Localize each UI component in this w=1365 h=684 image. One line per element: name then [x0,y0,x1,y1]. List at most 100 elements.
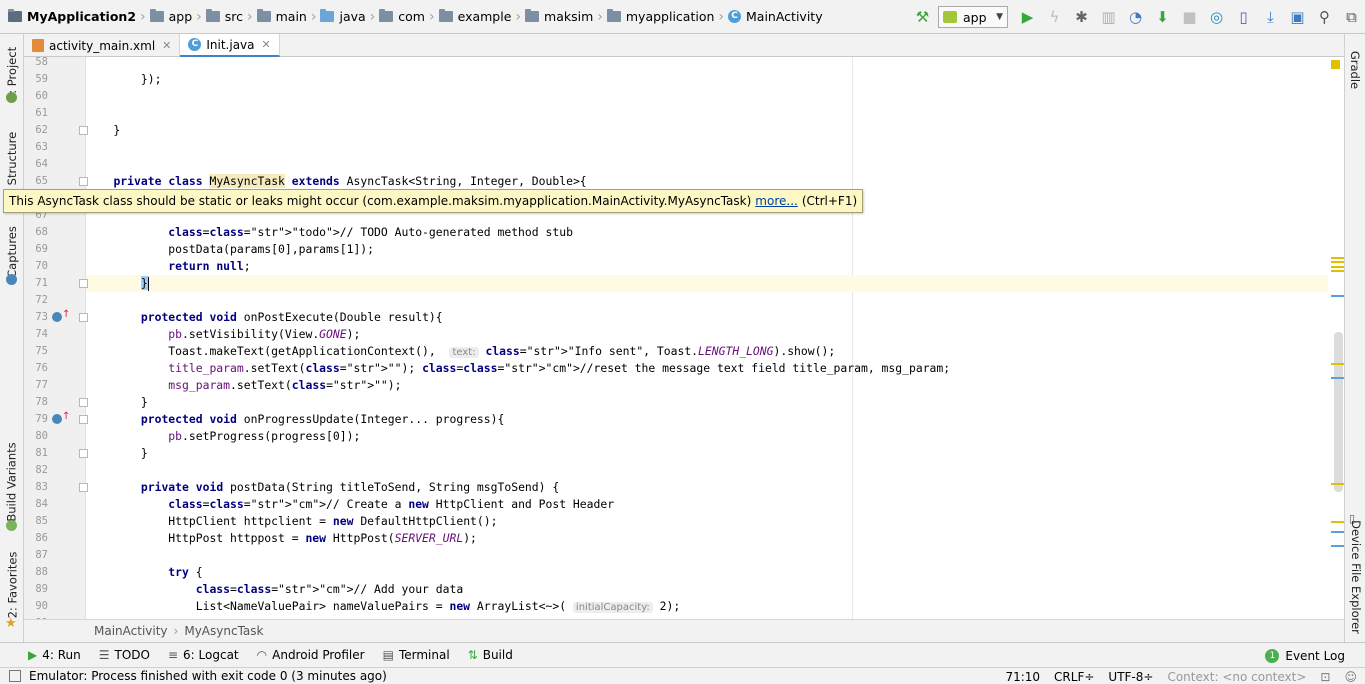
warning-marker[interactable] [1331,270,1344,272]
crumb-main[interactable]: main › [256,0,321,34]
code-line[interactable]: 75 Toast.makeText(getApplicationContext(… [35,343,1328,360]
warning-marker[interactable] [1331,266,1344,268]
code-line[interactable]: 62 } [35,122,1328,139]
code-line[interactable]: 89 class=class="str">"cm">// Add your da… [35,581,1328,598]
tool-tab-favorites[interactable]: 2: Favorites [0,552,24,619]
tool-terminal[interactable]: ▤ Terminal [383,648,450,662]
close-icon[interactable]: ✕ [262,38,271,51]
file-encoding[interactable]: UTF-8÷ [1108,670,1153,684]
code-line[interactable]: 82 [35,462,1328,479]
tab-init-java[interactable]: C Init.java ✕ [180,34,280,57]
tool-android-profiler[interactable]: ◠ Android Profiler [257,648,365,662]
crumb-mainactivity[interactable]: C MainActivity [728,0,827,34]
code-line[interactable]: 60 [35,88,1328,105]
debug-button[interactable]: ✱ [1068,3,1095,31]
code-line[interactable]: 85 HttpClient httpclient = new DefaultHt… [35,513,1328,530]
override-method-icon[interactable] [52,312,62,322]
sync-gradle-button[interactable]: ◎ [1203,3,1230,31]
code-line[interactable]: 90 List<NameValuePair> nameValuePairs = … [35,598,1328,615]
code-line[interactable]: 70 return null; [35,258,1328,275]
code-line[interactable]: 71 } [35,275,1328,292]
tool-build[interactable]: ⇅ Build [468,648,513,662]
usage-marker[interactable] [1331,295,1344,297]
project-structure-button[interactable]: ▣ [1284,3,1311,31]
warning-marker[interactable] [1331,261,1344,263]
code-editor[interactable]: 58 59 }); 60 61 62 } 63 64 65 private class My… [24,57,1344,619]
code-line[interactable]: 58 [35,57,1328,71]
status-message[interactable]: Emulator: Process finished with exit cod… [29,669,387,683]
tool-tab-gradle[interactable]: Gradle [1345,40,1365,100]
warning-marker[interactable] [1331,363,1344,365]
code-line[interactable]: 84 class=class="str">"cm">// Create a ne… [35,496,1328,513]
code-line[interactable]: 63 [35,139,1328,156]
breadcrumb-inner-class[interactable]: MyAsyncTask [184,624,263,638]
code-line[interactable]: 72 [35,292,1328,309]
error-stripe[interactable] [1328,57,1344,619]
line-separator[interactable]: CRLF÷ [1054,670,1094,684]
code-line[interactable]: 88 try { [35,564,1328,581]
usage-marker[interactable] [1331,377,1344,379]
usage-marker[interactable] [1331,545,1344,547]
close-icon[interactable]: ✕ [162,39,171,52]
profile-button[interactable]: ◔ [1122,3,1149,31]
crumb-myapplication[interactable]: myapplication › [606,0,728,34]
tab-activity-main-xml[interactable]: activity_main.xml ✕ [24,34,181,57]
coverage-button[interactable]: ▥ [1095,3,1122,31]
code-line[interactable]: 80 pb.setProgress(progress[0]); [35,428,1328,445]
crumb-app[interactable]: app › [149,0,206,34]
code-line[interactable]: 74 pb.setVisibility(View.GONE); [35,326,1328,343]
tool-tab-captures[interactable]: Captures [0,222,24,282]
code-line[interactable]: 64 [35,156,1328,173]
code-line[interactable]: 69 postData(params[0],params[1]); [35,241,1328,258]
apply-changes-button[interactable]: ϟ [1041,3,1068,31]
code-line[interactable]: 83 private void postData(String titleToS… [35,479,1328,496]
make-project-button[interactable]: ⚒ [909,3,936,31]
context-indicator[interactable]: Context: <no context> [1167,670,1306,684]
tool-tab-build-variants[interactable]: Build Variants [0,442,24,521]
code-line[interactable]: 81 } [35,445,1328,462]
code-line[interactable]: 78 } [35,394,1328,411]
code-line[interactable]: 68 class=class="str">"todo">// TODO Auto… [35,224,1328,241]
code-line[interactable]: 61 [35,105,1328,122]
usage-marker[interactable] [1331,531,1344,533]
tool-tab-device-file-explorer[interactable]: Device File Explorer [1345,520,1365,634]
run-config-select[interactable]: app ▼ [938,6,1008,28]
code-line[interactable]: 77 msg_param.setText(class="str">""); [35,377,1328,394]
event-log-button[interactable]: 1 Event Log [1265,643,1345,668]
tool-run[interactable]: ▶ 4: Run [28,648,81,662]
code-line[interactable]: 65 private class MyAsyncTask extends Asy… [35,173,1328,190]
code-line[interactable]: 79 ↑ protected void onProgressUpdate(Inte… [35,411,1328,428]
avd-manager-button[interactable]: ▯ [1230,3,1257,31]
lock-icon[interactable]: ⊡ [1320,670,1330,684]
warning-marker[interactable] [1331,483,1344,485]
tool-windows-toggle-icon[interactable] [9,670,21,682]
crumb-maksim[interactable]: maksim › [525,0,607,34]
attach-debugger-button[interactable]: ⬇ [1149,3,1176,31]
code-area[interactable]: 58 59 }); 60 61 62 } 63 64 65 private class My… [35,57,1328,619]
override-method-icon[interactable] [52,414,62,424]
tool-logcat[interactable]: ≡ 6: Logcat [168,648,239,662]
caret-position[interactable]: 71:10 [1005,670,1040,684]
crumb-com[interactable]: com › [379,0,438,34]
crumb-java[interactable]: java › [320,0,379,34]
warning-marker[interactable] [1331,521,1344,523]
more-link[interactable]: more... [755,194,798,208]
warning-marker[interactable] [1331,257,1344,259]
stop-button[interactable]: ■ [1176,3,1203,31]
breadcrumb-class[interactable]: MainActivity [94,624,168,638]
crumb-project[interactable]: MyApplication2 › [8,0,150,34]
layout-inspector-button[interactable]: ⧉ [1338,3,1365,31]
code-line[interactable]: 76 title_param.setText(class="str">""); … [35,360,1328,377]
sdk-manager-button[interactable]: ⤓ [1257,3,1284,31]
crumb-src[interactable]: src › [205,0,257,34]
code-line[interactable]: 87 [35,547,1328,564]
inspector-face-icon[interactable]: ☺ [1344,670,1357,684]
code-line[interactable]: 59 }); [35,71,1328,88]
search-everywhere-button[interactable]: ⚲ [1311,3,1338,31]
run-button[interactable]: ▶ [1014,3,1041,31]
crumb-example[interactable]: example › [438,0,525,34]
code-line[interactable]: 86 HttpPost httppost = new HttpPost(SERV… [35,530,1328,547]
tool-todo[interactable]: ☰ TODO [99,648,150,662]
code-line[interactable]: 73 ↑ protected void onPostExecute(Double … [35,309,1328,326]
scrollbar-thumb[interactable] [1334,332,1343,492]
